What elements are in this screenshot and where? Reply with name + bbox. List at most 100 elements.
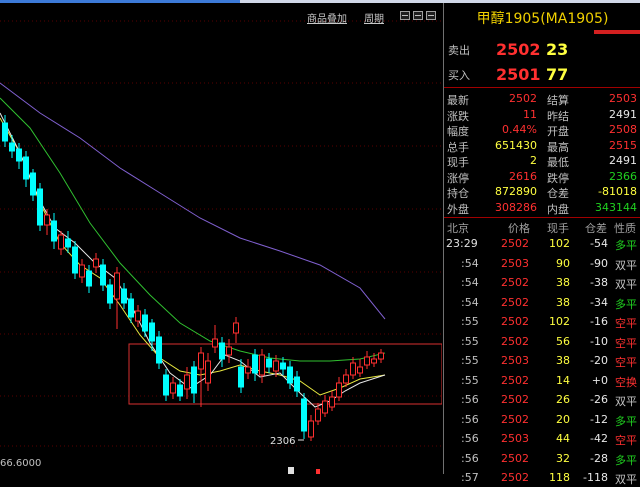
kline-chart[interactable]: 商品叠加 周期 2306 66.6000	[0, 3, 442, 474]
candle-body	[336, 382, 342, 398]
tick-row[interactable]: :54 2502 38 -34 多平	[444, 294, 640, 312]
tick-nature: 双平	[615, 258, 637, 272]
candle-body	[44, 214, 50, 226]
buy-label: 买入	[448, 69, 470, 82]
maximize-icon[interactable]	[426, 11, 436, 20]
candle-body	[149, 322, 155, 342]
candle-body	[177, 384, 183, 397]
tick-time: 23:29	[446, 237, 478, 250]
tick-nature: 多平	[615, 414, 637, 428]
candle-body	[301, 398, 307, 432]
tick-nature: 双平	[615, 278, 637, 291]
tick-row[interactable]: :56 2503 44 -42 空平	[444, 430, 640, 448]
candle-body	[86, 270, 92, 287]
tick-row[interactable]: :56 2502 26 -26 双平	[444, 391, 640, 409]
stat-value: 308286	[495, 200, 537, 214]
kline-canvas[interactable]	[0, 3, 442, 474]
candle-body	[37, 188, 43, 226]
buy-volume: 77	[546, 65, 569, 84]
tick-row[interactable]: :56 2502 20 -12 多平	[444, 411, 640, 429]
tick-oi-change: -54	[590, 237, 608, 250]
stat-value: 651430	[495, 138, 537, 152]
tick-row[interactable]: :55 2502 102 -16 空平	[444, 313, 640, 331]
tick-volume: 90	[556, 256, 570, 270]
stats-row: 外盘 308286 内盘 343144	[444, 199, 640, 216]
ticks-header-oi: 仓差	[585, 222, 607, 235]
tick-nature: 多平	[615, 297, 637, 311]
tick-volume: 102	[549, 315, 570, 328]
tick-time: :56	[461, 451, 479, 465]
candle-body	[233, 322, 239, 334]
tick-price: 2502	[501, 334, 529, 348]
stat-value: 2	[530, 154, 537, 167]
tick-row[interactable]: :55 2503 38 -20 空平	[444, 352, 640, 370]
tick-nature: 空换	[615, 375, 637, 389]
candle-body	[315, 408, 321, 422]
candle-body	[357, 366, 363, 374]
candle-body	[280, 362, 286, 370]
period-button[interactable]: 周期	[364, 10, 384, 25]
stat-value: 2502	[509, 92, 537, 105]
stat-value: 2508	[609, 123, 637, 136]
candle-body	[23, 156, 29, 180]
tick-time: :55	[461, 373, 479, 387]
tick-price: 2502	[501, 451, 529, 465]
tick-time: :57	[461, 471, 479, 484]
candle-body	[191, 366, 197, 394]
tick-oi-change: -10	[590, 334, 608, 348]
tick-time: :56	[461, 432, 479, 445]
restore-icon[interactable]	[413, 11, 423, 20]
candle-body	[364, 356, 370, 366]
candle-body	[30, 172, 36, 196]
stat-value: -81018	[598, 185, 637, 198]
sell-quote[interactable]: 卖出 2502 23	[444, 38, 640, 60]
tick-row[interactable]: :54 2503 90 -90 双平	[444, 255, 640, 273]
tick-nature: 双平	[615, 473, 637, 486]
tick-row[interactable]: :54 2502 38 -38 双平	[444, 274, 640, 292]
tick-oi-change: -38	[590, 276, 608, 289]
tick-nature: 空平	[615, 356, 637, 369]
price-readout: 66.6000	[0, 458, 42, 469]
buy-quote[interactable]: 买入 2501 77	[444, 63, 640, 85]
tick-time: :55	[461, 354, 479, 367]
tick-oi-change: +0	[591, 373, 608, 387]
tick-nature: 多平	[615, 453, 637, 467]
tick-oi-change: -42	[590, 432, 608, 445]
stat-value: 2503	[609, 92, 637, 105]
tick-price: 2502	[501, 237, 529, 250]
candle-body	[128, 298, 134, 318]
candle-body	[273, 360, 279, 372]
tick-price: 2502	[501, 471, 529, 484]
contract-title: 甲醇1905(MA1905)	[476, 11, 609, 27]
ticks-header-nature: 性质	[614, 222, 636, 235]
tick-time: :55	[461, 315, 479, 328]
tick-time: :56	[461, 393, 479, 406]
tick-volume: 44	[556, 432, 570, 445]
tick-time: :54	[461, 295, 479, 309]
candle-body	[252, 354, 258, 374]
tick-oi-change: -90	[590, 256, 608, 270]
tick-row[interactable]: 23:29 2502 102 -54 多平	[444, 235, 640, 253]
tick-volume: 32	[556, 451, 570, 465]
candle-body	[266, 358, 272, 368]
add-product-button[interactable]: 商品叠加	[307, 10, 347, 25]
moving-average-line	[0, 112, 386, 408]
tick-price: 2502	[501, 412, 529, 426]
low-price-label: 2306	[270, 436, 296, 447]
candle-body	[170, 382, 176, 394]
tick-row[interactable]: :55 2502 56 -10 空平	[444, 333, 640, 351]
tick-row[interactable]: :56 2502 32 -28 多平	[444, 450, 640, 468]
candle-body	[100, 264, 106, 286]
minimize-icon[interactable]	[400, 11, 410, 20]
tick-price: 2502	[501, 373, 529, 387]
stats-row: 现手 2 最低 2491	[444, 152, 640, 169]
tick-row[interactable]: :55 2502 14 +0 空换	[444, 372, 640, 390]
candle-body	[350, 362, 356, 376]
candle-body	[121, 288, 127, 304]
tick-volume: 56	[556, 334, 570, 348]
candle-body	[163, 374, 169, 396]
tick-row[interactable]: :57 2502 118 -118 双平	[444, 469, 640, 487]
candle-body	[329, 396, 335, 408]
tick-volume: 14	[556, 373, 570, 387]
sell-volume: 23	[546, 40, 569, 59]
